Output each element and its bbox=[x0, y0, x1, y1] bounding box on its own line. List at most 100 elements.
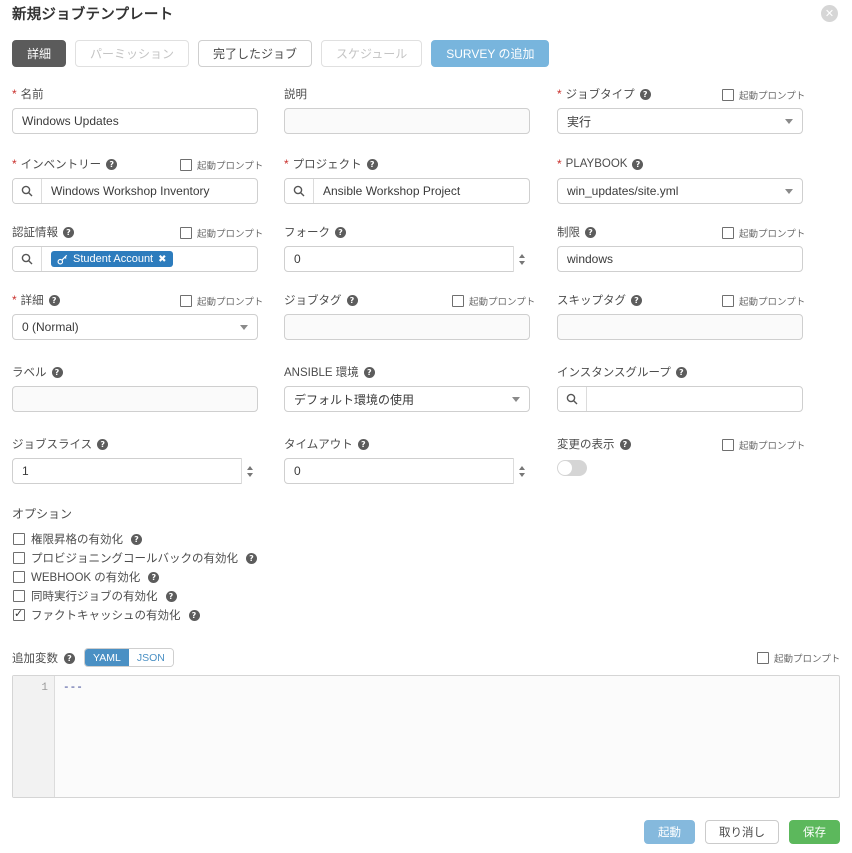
prompt-on-launch-credentials[interactable]: 起動プロンプト bbox=[180, 226, 263, 240]
editor-content[interactable]: --- bbox=[55, 676, 839, 797]
checkbox[interactable] bbox=[180, 159, 192, 171]
inventory-lookup[interactable]: Windows Workshop Inventory bbox=[12, 178, 258, 204]
prompt-on-launch-verbosity[interactable]: 起動プロンプト bbox=[180, 294, 263, 308]
help-icon[interactable]: ? bbox=[676, 367, 687, 378]
stepper-down-icon[interactable] bbox=[519, 261, 525, 265]
job-slicing-input[interactable]: 1 bbox=[12, 458, 258, 484]
checkbox[interactable] bbox=[13, 533, 25, 545]
help-icon[interactable]: ? bbox=[632, 159, 643, 170]
help-icon[interactable]: ? bbox=[106, 159, 117, 170]
variables-format-toggle: YAML JSON bbox=[84, 648, 174, 667]
help-icon[interactable]: ? bbox=[148, 572, 159, 583]
stepper-up-icon[interactable] bbox=[247, 466, 253, 470]
job-type-select[interactable]: 実行 bbox=[557, 108, 803, 134]
limit-input[interactable]: windows bbox=[557, 246, 803, 272]
name-input[interactable]: Windows Updates bbox=[12, 108, 258, 134]
checkbox[interactable] bbox=[722, 439, 734, 451]
close-icon[interactable]: ✕ bbox=[821, 5, 838, 22]
prompt-on-launch-skip-tags[interactable]: 起動プロンプト bbox=[722, 294, 805, 308]
job-slicing-stepper[interactable] bbox=[241, 458, 258, 484]
job-tags-input[interactable] bbox=[284, 314, 530, 340]
cancel-button[interactable]: 取り消し bbox=[705, 820, 779, 844]
search-icon[interactable] bbox=[13, 247, 42, 271]
checkbox[interactable] bbox=[180, 295, 192, 307]
timeout-input[interactable]: 0 bbox=[284, 458, 530, 484]
search-icon[interactable] bbox=[285, 179, 314, 203]
help-icon[interactable]: ? bbox=[631, 295, 642, 306]
search-icon[interactable] bbox=[13, 179, 42, 203]
help-icon[interactable]: ? bbox=[347, 295, 358, 306]
checkbox[interactable] bbox=[722, 227, 734, 239]
help-icon[interactable]: ? bbox=[64, 653, 75, 664]
field-description: 説明 bbox=[284, 86, 530, 134]
prompt-on-launch-show-changes[interactable]: 起動プロンプト bbox=[722, 438, 805, 452]
checkbox[interactable] bbox=[180, 227, 192, 239]
help-icon[interactable]: ? bbox=[131, 534, 142, 545]
save-button[interactable]: 保存 bbox=[789, 820, 840, 844]
option-provisioning-callback[interactable]: プロビジョニングコールバックの有効化 ? bbox=[13, 550, 257, 566]
help-icon[interactable]: ? bbox=[358, 439, 369, 450]
format-json-button[interactable]: JSON bbox=[129, 649, 173, 666]
job-template-form-page: 新規ジョブテンプレート ✕ 詳細 パーミッション 完了したジョブ スケジュール … bbox=[0, 0, 852, 853]
stepper-up-icon[interactable] bbox=[519, 466, 525, 470]
tab-completed-jobs[interactable]: 完了したジョブ bbox=[198, 40, 312, 67]
forks-stepper[interactable] bbox=[513, 246, 530, 272]
tab-permissions[interactable]: パーミッション bbox=[75, 40, 189, 67]
search-icon[interactable] bbox=[558, 387, 587, 411]
stepper-down-icon[interactable] bbox=[247, 473, 253, 477]
help-icon[interactable]: ? bbox=[52, 367, 63, 378]
instance-groups-lookup[interactable] bbox=[557, 386, 803, 412]
option-webhook[interactable]: WEBHOOK の有効化 ? bbox=[13, 569, 159, 585]
help-icon[interactable]: ? bbox=[364, 367, 375, 378]
option-privilege-escalation[interactable]: 権限昇格の有効化 ? bbox=[13, 531, 142, 547]
help-icon[interactable]: ? bbox=[585, 227, 596, 238]
help-icon[interactable]: ? bbox=[166, 591, 177, 602]
help-icon[interactable]: ? bbox=[367, 159, 378, 170]
checkbox[interactable] bbox=[13, 571, 25, 583]
variables-editor[interactable]: 1 --- bbox=[12, 675, 840, 798]
option-fact-storage[interactable]: ファクトキャッシュの有効化 ? bbox=[13, 607, 200, 623]
stepper-up-icon[interactable] bbox=[519, 254, 525, 258]
show-changes-toggle[interactable] bbox=[557, 460, 587, 476]
description-input[interactable] bbox=[284, 108, 530, 134]
skip-tags-input[interactable] bbox=[557, 314, 803, 340]
verbosity-select[interactable]: 0 (Normal) bbox=[12, 314, 258, 340]
tab-schedules[interactable]: スケジュール bbox=[321, 40, 422, 67]
prompt-on-launch-job-tags[interactable]: 起動プロンプト bbox=[452, 294, 535, 308]
checkbox[interactable] bbox=[722, 89, 734, 101]
help-icon[interactable]: ? bbox=[63, 227, 74, 238]
checkbox[interactable] bbox=[13, 552, 25, 564]
timeout-stepper[interactable] bbox=[513, 458, 530, 484]
execution-environment-select[interactable]: デフォルト環境の使用 bbox=[284, 386, 530, 412]
project-lookup[interactable]: Ansible Workshop Project bbox=[284, 178, 530, 204]
help-icon[interactable]: ? bbox=[620, 439, 631, 450]
help-icon[interactable]: ? bbox=[189, 610, 200, 621]
credential-chip[interactable]: Student Account ✖ bbox=[51, 251, 173, 267]
prompt-on-launch-variables[interactable]: 起動プロンプト bbox=[757, 651, 840, 665]
prompt-on-launch-job-type[interactable]: 起動プロンプト bbox=[722, 88, 805, 102]
remove-credential-icon[interactable]: ✖ bbox=[158, 254, 166, 265]
option-concurrent-jobs[interactable]: 同時実行ジョブの有効化 ? bbox=[13, 588, 177, 604]
field-forks: フォーク ? 0 bbox=[284, 224, 530, 272]
help-icon[interactable]: ? bbox=[640, 89, 651, 100]
tab-details[interactable]: 詳細 bbox=[12, 40, 66, 67]
help-icon[interactable]: ? bbox=[49, 295, 60, 306]
forks-input[interactable]: 0 bbox=[284, 246, 530, 272]
help-icon[interactable]: ? bbox=[246, 553, 257, 564]
checkbox[interactable] bbox=[13, 590, 25, 602]
help-icon[interactable]: ? bbox=[335, 227, 346, 238]
tab-add-survey[interactable]: SURVEY の追加 bbox=[431, 40, 549, 67]
checkbox[interactable] bbox=[722, 295, 734, 307]
launch-button[interactable]: 起動 bbox=[644, 820, 695, 844]
prompt-on-launch-inventory[interactable]: 起動プロンプト bbox=[180, 158, 263, 172]
labels-input[interactable] bbox=[12, 386, 258, 412]
playbook-select[interactable]: win_updates/site.yml bbox=[557, 178, 803, 204]
help-icon[interactable]: ? bbox=[97, 439, 108, 450]
checkbox[interactable] bbox=[452, 295, 464, 307]
stepper-down-icon[interactable] bbox=[519, 473, 525, 477]
checkbox[interactable] bbox=[757, 652, 769, 664]
prompt-on-launch-limit[interactable]: 起動プロンプト bbox=[722, 226, 805, 240]
credentials-lookup[interactable]: Student Account ✖ bbox=[12, 246, 258, 272]
format-yaml-button[interactable]: YAML bbox=[85, 649, 129, 666]
checkbox[interactable] bbox=[13, 609, 25, 621]
